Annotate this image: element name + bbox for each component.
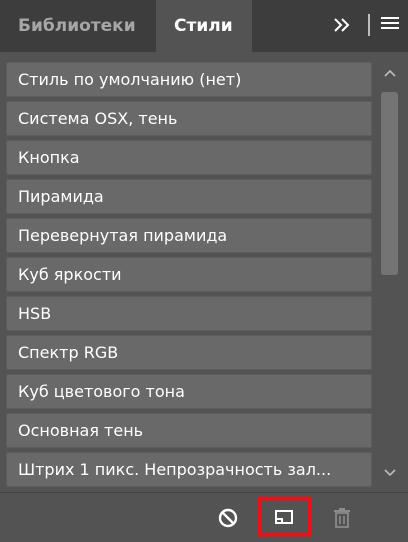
list-item-label: Пирамида — [18, 187, 104, 206]
scroll-thumb[interactable] — [381, 92, 398, 275]
list-item-label: Штрих 1 пикс. Непрозрачность зал... — [18, 460, 332, 479]
list-item-label: Перевернутая пирамида — [18, 226, 228, 245]
trash-icon[interactable] — [331, 507, 353, 529]
list-item-label: Основная тень — [18, 421, 144, 440]
style-item-default[interactable]: Стиль по умолчанию (нет) — [6, 62, 372, 97]
list-item-label: Система OSX, тень — [18, 109, 178, 128]
styles-panel: Библиотеки Стили Стиль по умолчанию (нет… — [0, 0, 408, 542]
tab-bar: Библиотеки Стили — [0, 0, 408, 52]
list-item-label: Кнопка — [18, 148, 80, 167]
style-item-basic-shadow[interactable]: Основная тень — [6, 413, 372, 448]
list-item-label: Спектр RGB — [18, 343, 119, 362]
style-item-button[interactable]: Кнопка — [6, 140, 372, 175]
style-item-stroke-1px[interactable]: Штрих 1 пикс. Непрозрачность зал... — [6, 452, 372, 487]
style-item-pyramid[interactable]: Пирамида — [6, 179, 372, 214]
panel-footer — [0, 493, 408, 542]
scroll-up-icon[interactable] — [383, 68, 397, 78]
style-item-brightness-cube[interactable]: Куб яркости — [6, 257, 372, 292]
style-item-inverted-pyramid[interactable]: Перевернутая пирамида — [6, 218, 372, 253]
list-item-label: HSB — [18, 304, 52, 323]
list-item-label: Куб яркости — [18, 265, 122, 284]
style-item-rgb-spectrum[interactable]: Спектр RGB — [6, 335, 372, 370]
list-scrollbar[interactable] — [378, 62, 402, 486]
tab-divider — [368, 14, 370, 36]
list-item-label: Стиль по умолчанию (нет) — [18, 70, 242, 89]
panel-menu-icon[interactable] — [380, 15, 400, 33]
tab-libraries[interactable]: Библиотеки — [0, 0, 156, 52]
scroll-down-icon[interactable] — [383, 468, 397, 478]
list-item-label: Куб цветового тона — [18, 382, 185, 401]
tab-styles[interactable]: Стили — [156, 0, 252, 52]
tab-actions — [318, 0, 408, 52]
new-style-icon — [275, 510, 293, 524]
expand-panel-icon[interactable] — [330, 13, 354, 37]
style-item-hue-cube[interactable]: Куб цветового тона — [6, 374, 372, 409]
style-item-hsb[interactable]: HSB — [6, 296, 372, 331]
style-item-osx-shadow[interactable]: Система OSX, тень — [6, 101, 372, 136]
styles-list: Стиль по умолчанию (нет) Система OSX, те… — [6, 62, 372, 487]
new-style-button[interactable] — [258, 497, 312, 537]
clear-style-icon[interactable] — [217, 507, 239, 529]
